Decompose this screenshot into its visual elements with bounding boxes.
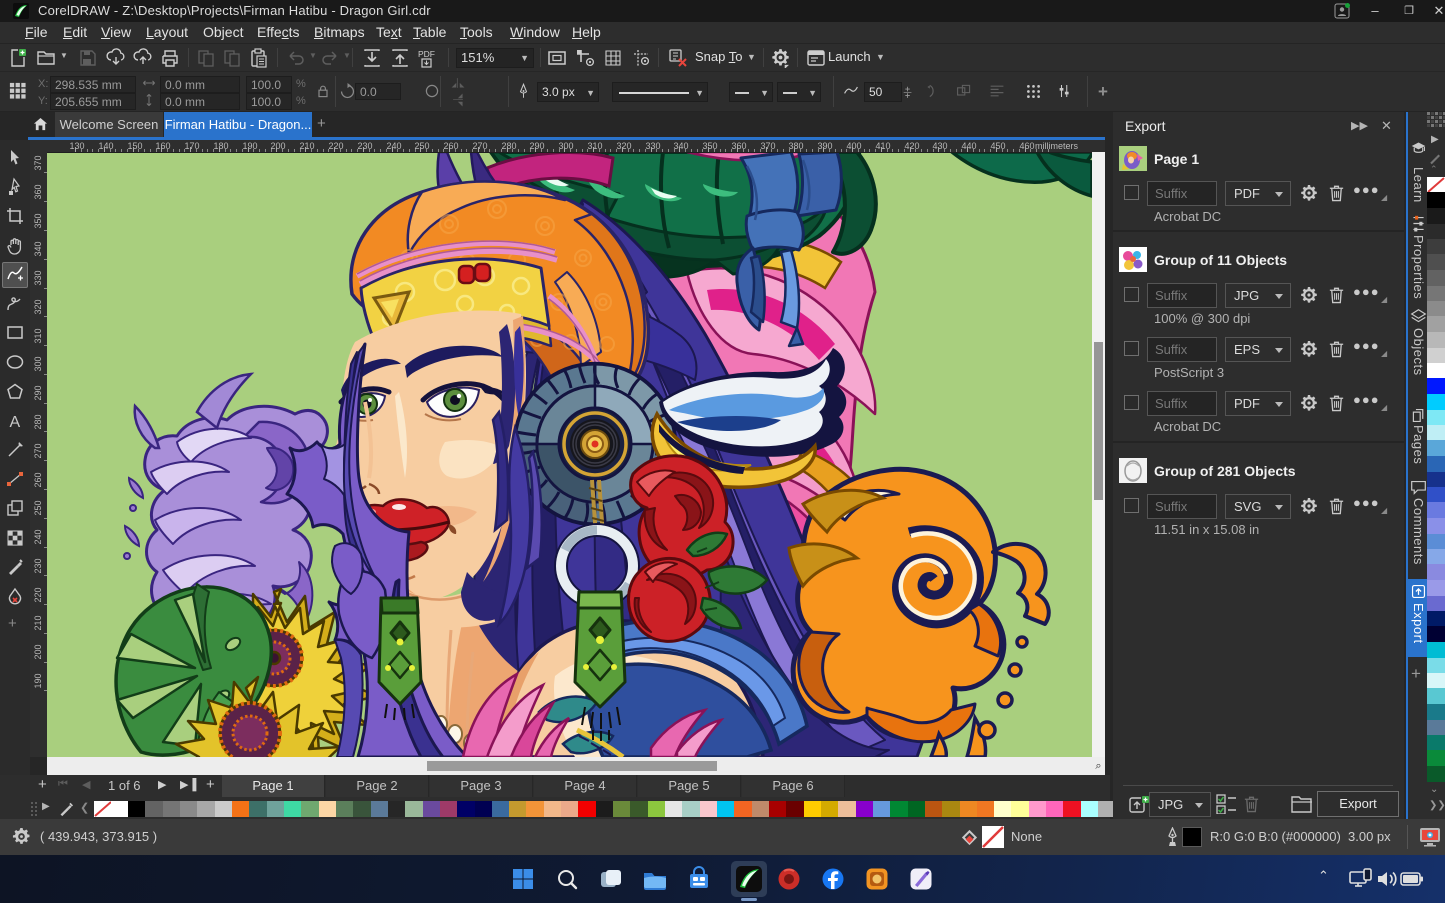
svg-text:PDF: PDF — [418, 49, 435, 59]
svg-text:A: A — [10, 414, 21, 431]
